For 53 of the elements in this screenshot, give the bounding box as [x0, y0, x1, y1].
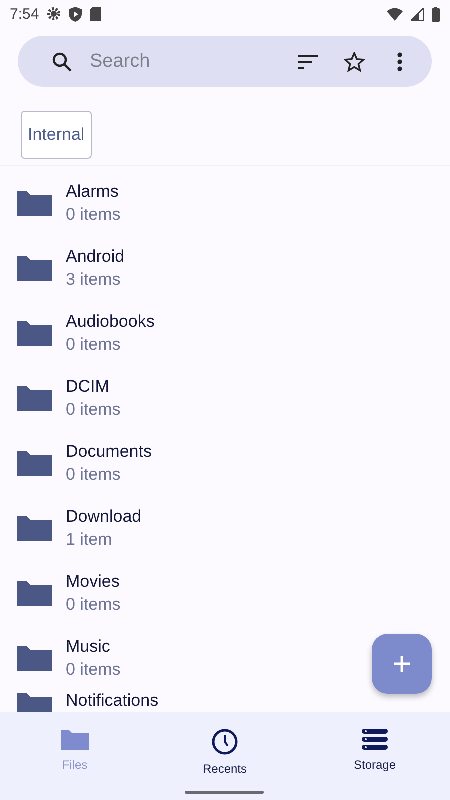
sort-icon — [298, 54, 318, 68]
folder-name: Notifications — [66, 692, 159, 710]
folder-item[interactable]: Music 0 items — [0, 626, 450, 691]
folder-icon — [17, 644, 52, 672]
add-button[interactable] — [372, 634, 432, 694]
item-count: 0 items — [66, 660, 121, 680]
shield-icon — [69, 6, 82, 22]
folder-name: Audiobooks — [66, 312, 155, 332]
folder-icon — [17, 450, 52, 478]
item-count: 1 item — [66, 530, 114, 550]
folder-item[interactable]: Audiobooks 0 items — [0, 301, 450, 366]
storage-icon — [361, 728, 389, 752]
search-field[interactable]: Search — [88, 50, 280, 74]
folder-name: DCIM — [66, 377, 110, 397]
folder-icon — [17, 190, 52, 218]
search-icon — [52, 52, 72, 72]
folder-item[interactable]: DCIM 0 items — [0, 366, 450, 431]
folder-item[interactable]: Alarms 0 items — [0, 171, 450, 236]
folder-item[interactable]: Android 3 items — [0, 236, 450, 301]
plus-icon — [393, 655, 411, 673]
storage-chip[interactable]: Internal — [21, 111, 92, 159]
folder-name: Music — [66, 637, 112, 657]
folder-name: Movies — [66, 572, 121, 592]
item-count: 0 items — [66, 335, 122, 355]
folder-name: Android — [66, 247, 125, 267]
folder-icon — [17, 320, 52, 348]
folder-item[interactable]: Download 1 item — [0, 496, 450, 561]
folder-item[interactable]: Notifications — [0, 691, 450, 712]
folder-name: Download — [66, 507, 142, 527]
battery-icon — [432, 6, 440, 22]
more-icon — [397, 52, 403, 72]
wifi-icon — [387, 8, 403, 20]
folder-icon — [61, 728, 89, 752]
nav-tab[interactable]: Recents — [150, 712, 300, 800]
folder-name: Documents — [66, 442, 152, 462]
star-icon — [344, 52, 364, 72]
item-count: 0 items — [66, 205, 121, 225]
clock-time: 7:54 — [10, 6, 40, 22]
clock-icon — [211, 728, 239, 756]
folder-item[interactable]: Documents 0 items — [0, 431, 450, 496]
item-count: 0 items — [66, 595, 121, 615]
folder-icon — [17, 254, 52, 282]
nav-tab[interactable]: Storage — [300, 712, 450, 800]
folder-name: Alarms — [66, 182, 120, 202]
item-count: 0 items — [66, 465, 122, 485]
folder-icon — [17, 580, 52, 608]
sd-card-icon — [90, 7, 102, 21]
folder-icon — [17, 384, 52, 412]
folder-item[interactable]: Movies 0 items — [0, 561, 450, 626]
signal-icon — [411, 8, 424, 20]
item-count: 0 items — [66, 400, 121, 420]
folder-icon — [17, 514, 52, 542]
item-count: 3 items — [66, 270, 122, 290]
